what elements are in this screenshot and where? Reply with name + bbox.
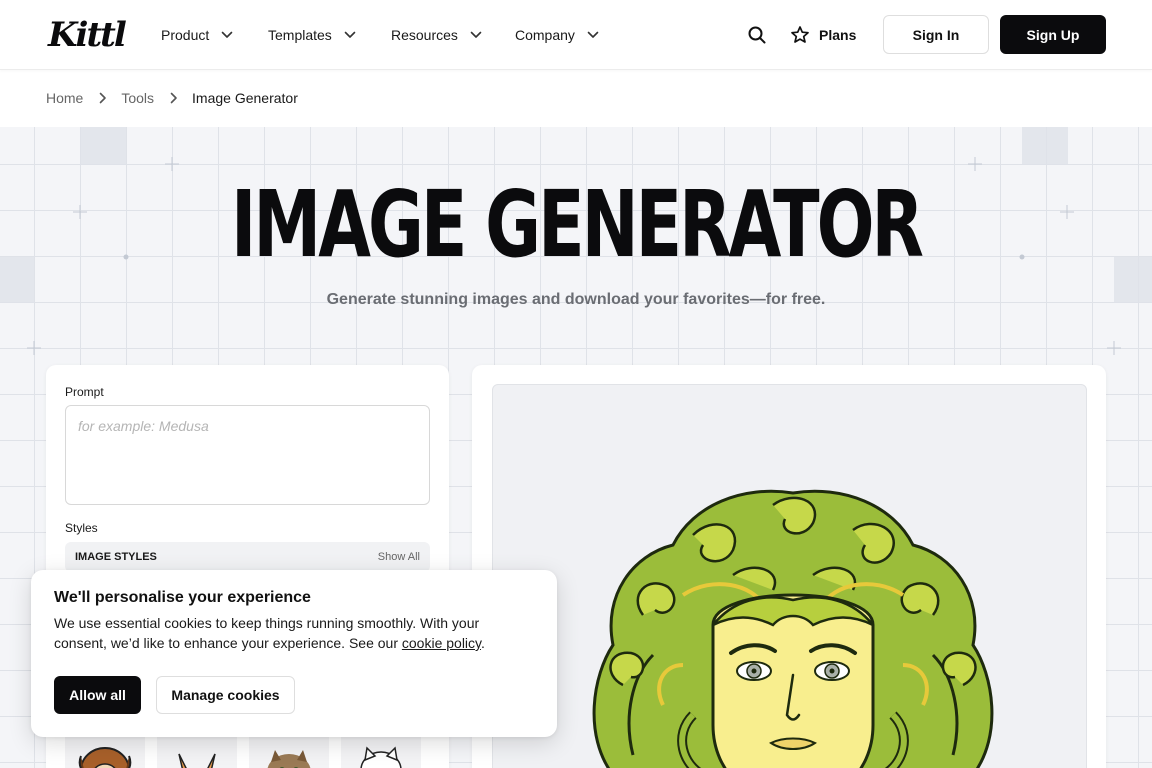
breadcrumb-home[interactable]: Home — [46, 90, 83, 106]
nav-company-label: Company — [515, 27, 575, 43]
chevron-down-icon — [344, 31, 356, 39]
nav-company[interactable]: Company — [515, 0, 599, 70]
cookie-consent-dialog: We'll personalise your experience We use… — [31, 570, 557, 737]
star-icon — [790, 25, 810, 45]
cookie-body: We use essential cookies to keep things … — [54, 613, 524, 653]
kittl-logo[interactable]: Kittl — [46, 14, 138, 59]
nav-resources-label: Resources — [391, 27, 458, 43]
image-preview-panel — [472, 365, 1106, 768]
cookie-policy-link[interactable]: cookie policy — [402, 635, 481, 651]
chevron-down-icon — [221, 31, 233, 39]
top-nav-bar: Kittl Product Templates Resources Compan… — [0, 0, 1152, 70]
logo-wordmark: Kittl — [47, 15, 127, 54]
sign-in-button[interactable]: Sign In — [883, 15, 989, 54]
prompt-label: Prompt — [65, 385, 104, 399]
allow-all-button[interactable]: Allow all — [54, 676, 141, 714]
image-styles-heading: IMAGE STYLES — [75, 551, 157, 563]
chevron-right-icon — [99, 92, 107, 104]
chevron-down-icon — [587, 31, 599, 39]
sign-up-button[interactable]: Sign Up — [1000, 15, 1106, 54]
plans-label: Plans — [819, 27, 857, 43]
nav-templates-label: Templates — [268, 27, 332, 43]
nav-resources[interactable]: Resources — [391, 0, 482, 70]
prompt-input[interactable] — [65, 405, 430, 505]
styles-label: Styles — [65, 521, 98, 535]
manage-cookies-button[interactable]: Manage cookies — [156, 676, 295, 714]
cookie-body-tail: . — [481, 635, 485, 651]
search-icon — [747, 25, 767, 45]
cookie-title: We'll personalise your experience — [54, 589, 311, 606]
breadcrumb-current: Image Generator — [192, 90, 298, 106]
page-subtitle: Generate stunning images and download yo… — [326, 291, 826, 308]
breadcrumb-tools[interactable]: Tools — [121, 90, 154, 106]
page-title: IMAGE GENERATOR — [231, 171, 924, 278]
breadcrumb: Home Tools Image Generator — [46, 88, 298, 108]
medusa-illustration — [592, 489, 994, 768]
show-all-link[interactable]: Show All — [378, 551, 420, 563]
plans-link[interactable]: Plans — [790, 22, 856, 48]
search-button[interactable] — [744, 22, 770, 48]
nav-templates[interactable]: Templates — [268, 0, 356, 70]
chevron-down-icon — [470, 31, 482, 39]
generated-image-frame — [492, 384, 1087, 768]
image-styles-header: IMAGE STYLES Show All — [65, 542, 430, 572]
chevron-right-icon — [170, 92, 178, 104]
nav-product-label: Product — [161, 27, 210, 43]
nav-product[interactable]: Product — [161, 0, 233, 70]
